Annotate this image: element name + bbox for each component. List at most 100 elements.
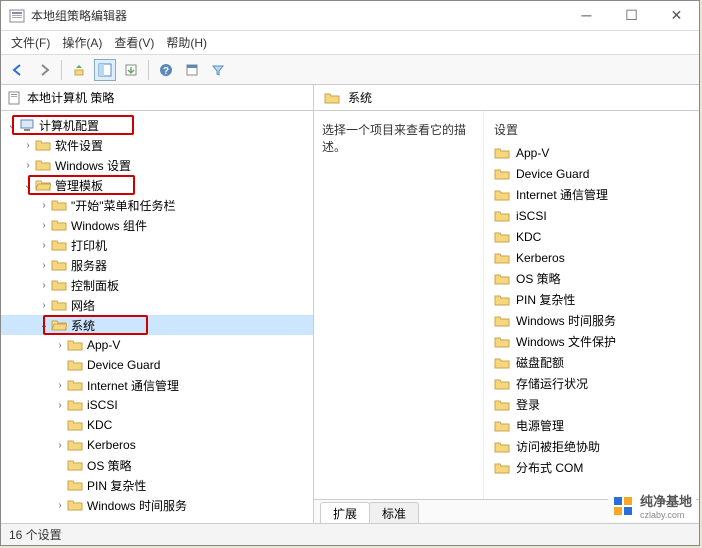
expand-icon[interactable]: ⌄ xyxy=(5,120,19,131)
folder-icon xyxy=(51,258,67,272)
tree-item[interactable]: › 服务器 xyxy=(1,255,313,275)
list-item[interactable]: 电源管理 xyxy=(484,415,699,436)
help-button[interactable]: ? xyxy=(155,59,177,81)
detail-body: 选择一个项目来查看它的描述。 设置 App-VDevice GuardInter… xyxy=(314,111,699,499)
back-button[interactable] xyxy=(7,59,29,81)
expand-icon[interactable]: › xyxy=(21,140,35,151)
tab-extended[interactable]: 扩展 xyxy=(320,502,370,523)
tree-header-label: 本地计算机 策略 xyxy=(27,89,114,106)
tree-item[interactable]: ›App-V xyxy=(1,335,313,355)
show-hide-tree-button[interactable] xyxy=(94,59,116,81)
tab-standard[interactable]: 标准 xyxy=(369,502,419,523)
list-item[interactable]: 分布式 COM xyxy=(484,457,699,478)
tree-item[interactable]: OS 策略 xyxy=(1,455,313,475)
list-item[interactable]: OS 策略 xyxy=(484,268,699,289)
expand-icon[interactable]: › xyxy=(53,340,67,351)
properties-button[interactable] xyxy=(181,59,203,81)
expand-icon[interactable]: › xyxy=(37,300,51,311)
folder-icon xyxy=(67,498,83,512)
list-item[interactable]: 访问被拒绝协助 xyxy=(484,436,699,457)
list-item[interactable]: Internet 通信管理 xyxy=(484,184,699,205)
folder-icon xyxy=(51,218,67,232)
expand-icon[interactable]: › xyxy=(53,440,67,451)
description-text: 选择一个项目来查看它的描述。 xyxy=(322,121,475,155)
tree-item[interactable]: ›Kerberos xyxy=(1,435,313,455)
folder-icon xyxy=(494,251,510,265)
menubar: 文件(F) 操作(A) 查看(V) 帮助(H) xyxy=(1,31,699,55)
expand-icon[interactable]: › xyxy=(37,220,51,231)
filter-button[interactable] xyxy=(207,59,229,81)
titlebar: 本地组策略编辑器 ─ ☐ ✕ xyxy=(1,1,699,31)
tree-item[interactable]: ›"开始"菜单和任务栏 xyxy=(1,195,313,215)
list-item-label: 访问被拒绝协助 xyxy=(516,438,600,455)
tree-item[interactable]: › 软件设置 xyxy=(1,135,313,155)
tree-item[interactable]: › iSCSI xyxy=(1,395,313,415)
watermark-logo-icon xyxy=(612,495,634,517)
export-button[interactable] xyxy=(120,59,142,81)
list-item[interactable]: Windows 时间服务 xyxy=(484,310,699,331)
tree-item[interactable]: ›Windows 时间服务 xyxy=(1,495,313,515)
folder-icon xyxy=(494,167,510,181)
expand-icon[interactable]: › xyxy=(37,260,51,271)
tree-item[interactable]: ›Internet 通信管理 xyxy=(1,375,313,395)
app-window: 本地组策略编辑器 ─ ☐ ✕ 文件(F) 操作(A) 查看(V) 帮助(H) ?… xyxy=(0,0,700,546)
tree-item[interactable]: PIN 复杂性 xyxy=(1,475,313,495)
expand-icon[interactable]: › xyxy=(21,160,35,171)
folder-icon xyxy=(494,209,510,223)
menu-help[interactable]: 帮助(H) xyxy=(166,34,207,51)
list-item[interactable]: Device Guard xyxy=(484,163,699,184)
menu-view[interactable]: 查看(V) xyxy=(114,34,154,51)
list-item[interactable]: Kerberos xyxy=(484,247,699,268)
tree-item[interactable]: ⌄管理模板 xyxy=(1,175,313,195)
list-item[interactable]: 磁盘配额 xyxy=(484,352,699,373)
tree-item-label: Device Guard xyxy=(87,358,160,372)
folder-icon xyxy=(19,118,35,132)
folder-icon xyxy=(494,230,510,244)
menu-action[interactable]: 操作(A) xyxy=(62,34,102,51)
tree-item-label: 服务器 xyxy=(71,257,107,274)
list-item[interactable]: Windows 文件保护 xyxy=(484,331,699,352)
expand-icon[interactable]: › xyxy=(37,240,51,251)
list-item[interactable]: 存储运行状况 xyxy=(484,373,699,394)
tree-item[interactable]: ›网络 xyxy=(1,295,313,315)
folder-icon xyxy=(324,91,340,105)
tree-item[interactable]: ›打印机 xyxy=(1,235,313,255)
tree-item[interactable]: ⌄计算机配置 xyxy=(1,115,313,135)
status-text: 16 个设置 xyxy=(9,526,62,543)
expand-icon[interactable]: › xyxy=(37,200,51,211)
tree-item[interactable]: KDC xyxy=(1,415,313,435)
tree-item[interactable]: ⌄系统 xyxy=(1,315,313,335)
tree-item-label: PIN 复杂性 xyxy=(87,477,146,494)
folder-icon xyxy=(494,188,510,202)
tree-item[interactable]: Device Guard xyxy=(1,355,313,375)
expand-icon[interactable]: ⌄ xyxy=(21,180,35,191)
folder-icon xyxy=(67,378,83,392)
expand-icon[interactable]: › xyxy=(37,280,51,291)
folder-icon xyxy=(494,398,510,412)
list-item-label: Internet 通信管理 xyxy=(516,186,608,203)
tree-item-label: iSCSI xyxy=(87,398,118,412)
forward-button[interactable] xyxy=(33,59,55,81)
toolbar: ? xyxy=(1,55,699,85)
list-item[interactable]: App-V xyxy=(484,142,699,163)
maximize-button[interactable]: ☐ xyxy=(609,1,654,30)
minimize-button[interactable]: ─ xyxy=(564,1,609,30)
tree-item-label: 软件设置 xyxy=(55,137,103,154)
tree-item[interactable]: › Windows 设置 xyxy=(1,155,313,175)
list-item[interactable]: 登录 xyxy=(484,394,699,415)
expand-icon[interactable]: › xyxy=(53,400,67,411)
folder-icon xyxy=(51,278,67,292)
close-button[interactable]: ✕ xyxy=(654,1,699,30)
list-item[interactable]: iSCSI xyxy=(484,205,699,226)
tree-item[interactable]: ›控制面板 xyxy=(1,275,313,295)
tree-item[interactable]: ›Windows 组件 xyxy=(1,215,313,235)
menu-file[interactable]: 文件(F) xyxy=(11,34,50,51)
list-item[interactable]: PIN 复杂性 xyxy=(484,289,699,310)
expand-icon[interactable]: ⌄ xyxy=(37,320,51,331)
folder-icon xyxy=(494,356,510,370)
up-button[interactable] xyxy=(68,59,90,81)
expand-icon[interactable]: › xyxy=(53,500,67,511)
expand-icon[interactable]: › xyxy=(53,380,67,391)
tree-item-label: Windows 设置 xyxy=(55,157,131,174)
list-item[interactable]: KDC xyxy=(484,226,699,247)
